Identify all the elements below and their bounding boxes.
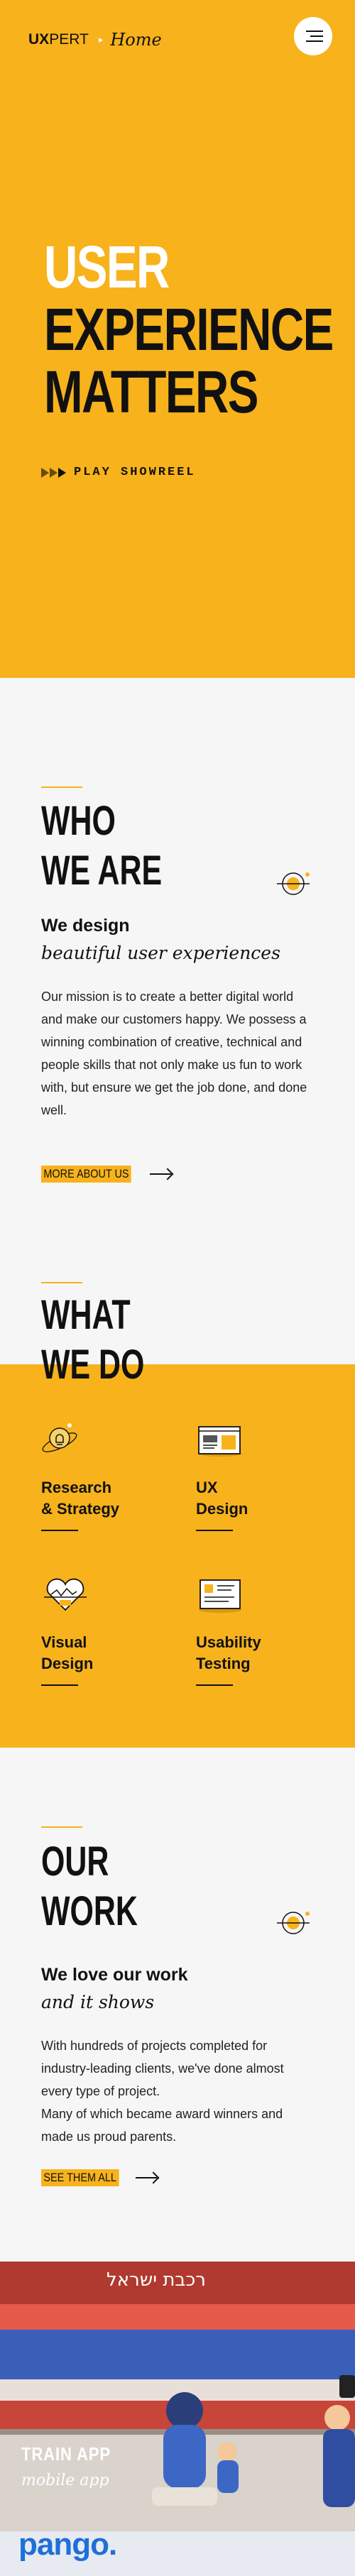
section-divider bbox=[41, 786, 82, 788]
hero-title: USER EXPERIENCE MATTERS bbox=[44, 234, 334, 425]
who-subtitle: We design bbox=[41, 916, 130, 936]
more-about-us-link[interactable]: MORE ABOUT US bbox=[41, 1166, 173, 1183]
our-work-title: OUR WORK bbox=[41, 1838, 138, 1934]
service-underline bbox=[196, 1684, 233, 1686]
service-visual-design[interactable]: Visual Design bbox=[41, 1573, 169, 1686]
service-label: Research & Strategy bbox=[41, 1479, 120, 1518]
browser-wireframe-icon bbox=[198, 1426, 241, 1457]
breadcrumb-separator-icon: ▸ bbox=[98, 34, 104, 45]
hamburger-menu-button[interactable] bbox=[294, 17, 332, 55]
service-ux-design[interactable]: UX Design bbox=[196, 1418, 324, 1531]
who-body-text: Our mission is to create a better digita… bbox=[41, 990, 307, 1117]
arrow-right-icon bbox=[135, 2172, 158, 2183]
logo-pert-text: PERT bbox=[49, 31, 89, 48]
project-subtitle: mobile app bbox=[21, 2472, 109, 2489]
target-icon bbox=[277, 1912, 310, 1934]
more-about-us-label: MORE ABOUT US bbox=[41, 1166, 131, 1183]
play-showreel-button[interactable]: PLAY SHOWREEL bbox=[41, 466, 196, 479]
service-underline bbox=[41, 1530, 78, 1531]
service-underline bbox=[196, 1530, 233, 1531]
section-divider bbox=[41, 1826, 82, 1828]
see-them-all-link[interactable]: SEE THEM ALL bbox=[41, 2169, 158, 2186]
arrow-right-icon bbox=[150, 1168, 173, 1180]
target-icon bbox=[277, 872, 310, 895]
hero-title-line-3: MATTERS bbox=[44, 358, 258, 425]
what-we-do-title: WHAT WE DO bbox=[41, 1292, 145, 1388]
project-title: TRAIN APP bbox=[21, 2443, 111, 2465]
service-label: UX Design bbox=[196, 1479, 248, 1518]
brain-bulb-icon bbox=[42, 1423, 77, 1452]
who-subtitle-italic: beautiful user experiences bbox=[41, 943, 280, 963]
svg-text:רכבת ישראל: רכבת ישראל bbox=[106, 2269, 206, 2291]
see-them-all-label: SEE THEM ALL bbox=[41, 2169, 119, 2186]
service-research-strategy[interactable]: Research & Strategy bbox=[41, 1418, 169, 1531]
featured-project-card[interactable]: רכבת ישראל TRAIN APP mobile app pango. bbox=[0, 2262, 355, 2576]
service-label: Visual Design bbox=[41, 1633, 94, 1672]
hero-title-line-1: USER bbox=[44, 234, 170, 300]
work-body-text: With hundreds of projects completed for … bbox=[41, 2039, 284, 2144]
work-subtitle: We love our work bbox=[41, 1965, 188, 1985]
hero-section: UX PERT ▸ Home USER EXPERIENCE MATTERS P… bbox=[0, 0, 355, 678]
service-label: Usability Testing bbox=[196, 1633, 261, 1672]
hamburger-icon bbox=[306, 31, 323, 32]
train-app-illustration: רכבת ישראל bbox=[0, 2262, 355, 2531]
who-we-are-title: WHO WE ARE bbox=[41, 798, 163, 894]
logo[interactable]: UX PERT ▸ Home bbox=[28, 30, 162, 50]
service-underline bbox=[41, 1684, 78, 1686]
breadcrumb-current[interactable]: Home bbox=[110, 30, 161, 50]
logo-ux-text: UX bbox=[28, 31, 50, 48]
hero-title-line-2: EXPERIENCE bbox=[44, 296, 334, 363]
work-subtitle-italic: and it shows bbox=[41, 1992, 155, 2012]
showreel-label: PLAY SHOWREEL bbox=[74, 466, 196, 479]
usability-testing-icon bbox=[199, 1579, 241, 1613]
heart-design-icon bbox=[44, 1578, 87, 1611]
next-project-logo[interactable]: pango. bbox=[18, 2527, 117, 2563]
service-usability-testing[interactable]: Usability Testing bbox=[196, 1573, 324, 1686]
section-divider bbox=[41, 1282, 82, 1283]
play-icon bbox=[41, 467, 67, 478]
